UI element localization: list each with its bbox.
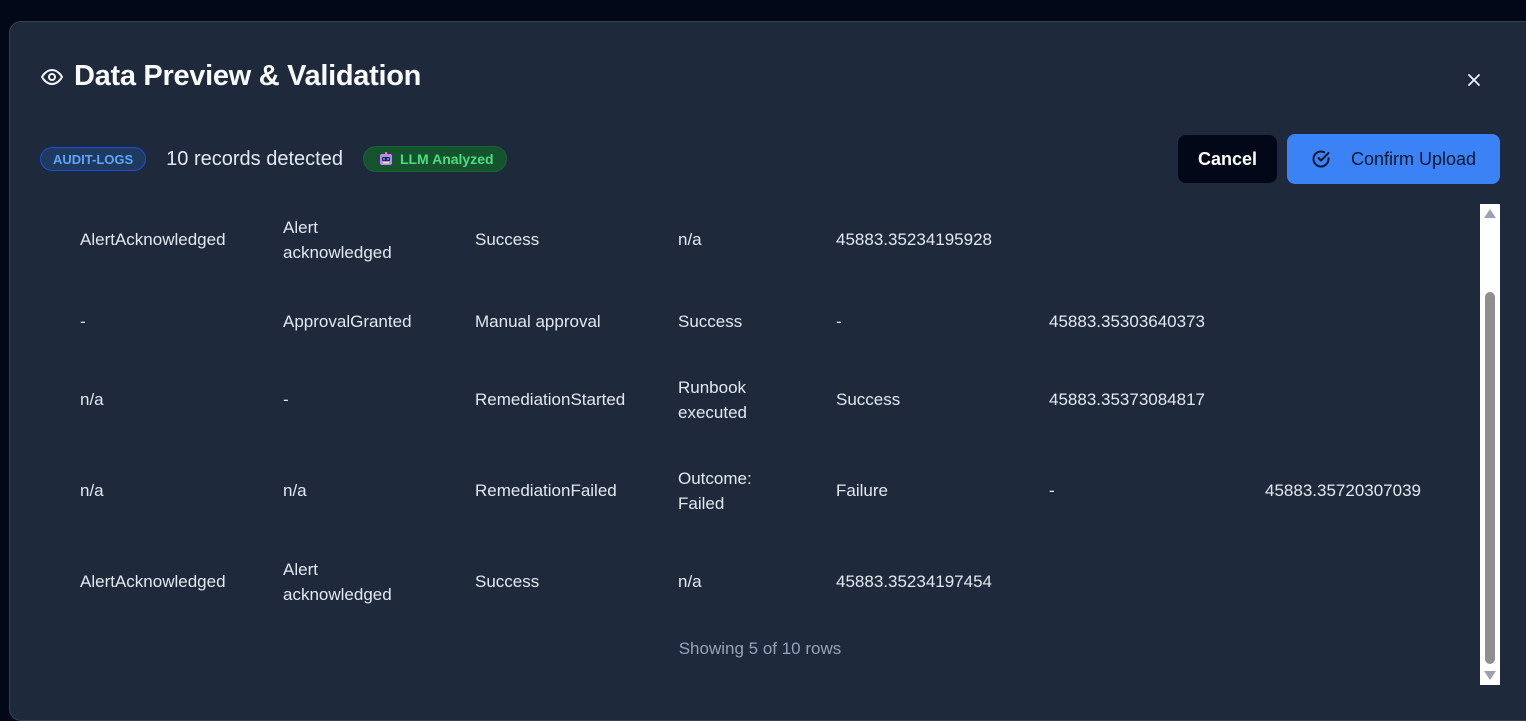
rows-count-footer: Showing 5 of 10 rows xyxy=(678,639,842,658)
meta-row: AUDIT-LOGS 10 records detected LLM Analy… xyxy=(40,146,507,172)
check-circle-icon xyxy=(1311,149,1331,169)
robot-icon xyxy=(378,151,394,167)
table-cell: n/a xyxy=(80,390,104,409)
table-cell: 45883.35234197454 xyxy=(836,572,992,591)
table-cell: RemediationFailed xyxy=(475,481,617,500)
llm-badge-label: LLM Analyzed xyxy=(399,151,494,167)
table-cell: - xyxy=(836,312,842,331)
eye-icon xyxy=(40,65,64,89)
preview-table: AlertAcknowledged Alert acknowledged Suc… xyxy=(10,205,1480,685)
table-cell: Success xyxy=(678,312,743,331)
close-icon[interactable] xyxy=(1466,72,1482,93)
table-cell: 45883.35373084817 xyxy=(1049,390,1205,409)
llm-analyzed-badge: LLM Analyzed xyxy=(362,146,507,172)
scroll-down-arrow-icon[interactable] xyxy=(1484,671,1496,680)
dialog-title: Data Preview & Validation xyxy=(74,60,422,92)
cancel-button[interactable]: Cancel xyxy=(1178,135,1277,183)
table-cell: 45883.35234195928 xyxy=(836,230,992,249)
table-cell: Alert acknowledged xyxy=(283,218,392,262)
scroll-up-arrow-icon[interactable] xyxy=(1484,209,1496,218)
table-cell: Runbook executed xyxy=(678,378,747,422)
table-cell: AlertAcknowledged xyxy=(80,230,226,249)
table-cell: n/a xyxy=(678,230,702,249)
confirm-upload-label: Confirm Upload xyxy=(1350,148,1477,169)
scroll-thumb[interactable] xyxy=(1485,292,1495,664)
table-cell: 45883.35303640373 xyxy=(1049,312,1205,331)
table-cell: - xyxy=(80,312,86,331)
records-count: 10 records detected xyxy=(166,147,343,170)
data-preview-dialog: Data Preview & Validation AUDIT-LOGS 10 … xyxy=(9,21,1526,721)
table-cell: AlertAcknowledged xyxy=(80,572,226,591)
close-button[interactable] xyxy=(1462,70,1486,94)
confirm-upload-button[interactable]: Confirm Upload xyxy=(1287,134,1500,184)
table-cell: n/a xyxy=(283,481,307,500)
table-cell: Success xyxy=(836,390,901,409)
table-cell: Manual approval xyxy=(475,312,601,331)
table-scrollbar[interactable] xyxy=(1480,204,1500,685)
table-cell: n/a xyxy=(678,572,702,591)
table-cell: Failure xyxy=(836,481,888,500)
table-cell: - xyxy=(1049,481,1055,500)
table-cell: RemediationStarted xyxy=(475,390,626,409)
table-cell: Success xyxy=(475,572,540,591)
table-cell: Outcome: Failed xyxy=(678,469,752,513)
table-cell: ApprovalGranted xyxy=(283,312,412,331)
table-cell: Alert acknowledged xyxy=(283,560,392,604)
dialog-header: Data Preview & Validation xyxy=(40,60,421,93)
data-type-badge: AUDIT-LOGS xyxy=(40,147,147,171)
table-cell: - xyxy=(283,390,289,409)
table-cell: 45883.35720307039 xyxy=(1265,481,1421,500)
table-cell: Success xyxy=(475,230,540,249)
table-cell: n/a xyxy=(80,481,104,500)
